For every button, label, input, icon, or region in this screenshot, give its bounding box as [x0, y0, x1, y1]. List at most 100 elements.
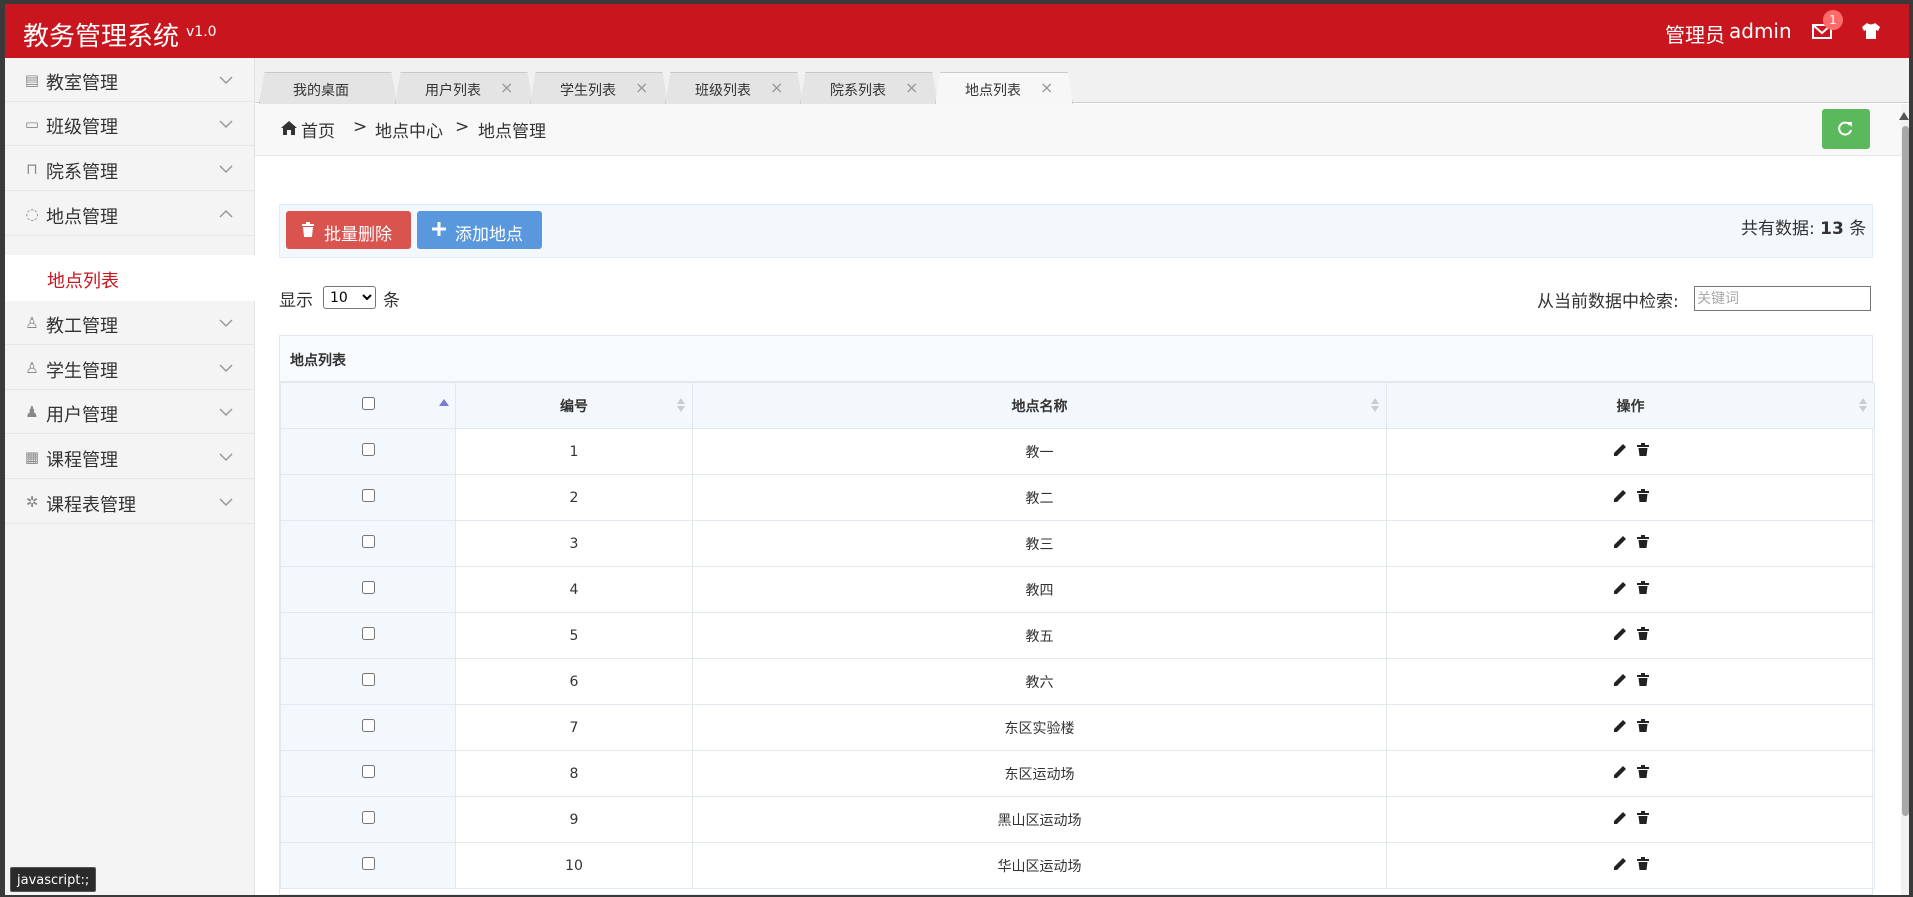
close-icon[interactable]: ×	[770, 78, 783, 97]
cell-id: 6	[455, 658, 693, 705]
toolbar: 批量删除 添加地点 共有数据: 13 条	[279, 204, 1873, 258]
edit-icon[interactable]	[1613, 673, 1627, 687]
sidebar-subitem-location-list[interactable]: 地点列表	[5, 255, 255, 301]
row-checkbox[interactable]	[361, 719, 375, 732]
delete-icon[interactable]	[1636, 535, 1649, 548]
sidebar-item-label: 班级管理	[46, 117, 118, 138]
breadcrumb-home[interactable]: 首页	[301, 117, 335, 142]
select-all-checkbox[interactable]	[361, 397, 375, 410]
delete-icon[interactable]	[1636, 489, 1649, 502]
row-select-cell	[280, 796, 456, 843]
cell-actions	[1386, 704, 1875, 751]
delete-icon[interactable]	[1636, 765, 1649, 778]
breadcrumb-level2[interactable]: 地点中心	[375, 117, 443, 142]
close-icon[interactable]: ×	[500, 78, 513, 97]
close-icon[interactable]: ×	[1040, 78, 1053, 97]
chevron-up-icon	[219, 209, 233, 218]
row-checkbox[interactable]	[361, 627, 375, 640]
cell-actions	[1386, 750, 1875, 797]
total-suffix: 条	[1849, 219, 1867, 239]
sidebar-item-course[interactable]: ▦ 课程管理	[5, 435, 255, 479]
close-icon[interactable]: ×	[905, 78, 918, 97]
length-label: 显示	[279, 291, 313, 311]
edit-icon[interactable]	[1613, 627, 1627, 641]
tab-user-list[interactable]: 用户列表 ×	[395, 72, 533, 104]
edit-icon[interactable]	[1613, 719, 1627, 733]
delete-icon[interactable]	[1636, 673, 1649, 686]
row-checkbox[interactable]	[361, 535, 375, 548]
tab-class-list[interactable]: 班级列表 ×	[665, 72, 803, 104]
scroll-up-arrow-icon[interactable]	[1899, 112, 1909, 120]
cell-id: 4	[455, 566, 693, 613]
column-header-label: 编号	[560, 398, 588, 415]
table-row: 6 教六	[280, 658, 1875, 705]
delete-icon[interactable]	[1636, 443, 1649, 456]
sort-icon[interactable]	[1370, 397, 1380, 413]
sort-icon[interactable]	[1858, 397, 1868, 413]
delete-icon[interactable]	[1636, 581, 1649, 594]
search-input[interactable]	[1694, 286, 1871, 311]
user-name-link[interactable]: admin	[1729, 19, 1792, 43]
column-header-name[interactable]: 地点名称	[692, 382, 1387, 429]
breadcrumb-level3: 地点管理	[478, 122, 546, 142]
row-checkbox[interactable]	[361, 673, 375, 686]
sidebar-item-label: 教工管理	[46, 316, 118, 337]
tab-desktop[interactable]: 我的桌面	[259, 72, 397, 104]
row-checkbox[interactable]	[361, 765, 375, 778]
row-select-cell	[280, 842, 456, 889]
cell-id: 7	[455, 704, 693, 751]
main-content: 首页 > 地点中心 > 地点管理 批量删除 添加地点 共有数据: 13 条 显示…	[255, 104, 1909, 895]
sort-asc-icon[interactable]	[439, 397, 449, 411]
total-prefix: 共有数据:	[1741, 219, 1815, 239]
class-icon: ▭	[24, 115, 40, 133]
sidebar-item-student[interactable]: ♙ 学生管理	[5, 346, 255, 390]
scrollbar-thumb[interactable]	[1902, 126, 1909, 816]
row-checkbox[interactable]	[361, 489, 375, 502]
sidebar-item-staff[interactable]: ♙ 教工管理	[5, 301, 255, 345]
edit-icon[interactable]	[1613, 857, 1627, 871]
edit-icon[interactable]	[1613, 581, 1627, 595]
scrollbar[interactable]	[1901, 104, 1909, 895]
sidebar-item-department[interactable]: ⊓ 院系管理	[5, 147, 255, 191]
column-header-actions[interactable]: 操作	[1386, 382, 1875, 429]
row-select-cell	[280, 750, 456, 797]
sidebar-item-location[interactable]: ◌ 地点管理	[5, 192, 255, 236]
home-icon	[281, 121, 297, 135]
sidebar-item-class[interactable]: ▭ 班级管理	[5, 102, 255, 146]
refresh-button[interactable]	[1822, 109, 1870, 149]
delete-icon[interactable]	[1636, 719, 1649, 732]
delete-icon[interactable]	[1636, 627, 1649, 640]
row-checkbox[interactable]	[361, 443, 375, 456]
tab-student-list[interactable]: 学生列表 ×	[530, 72, 668, 104]
tab-label: 学生列表	[560, 83, 616, 99]
edit-icon[interactable]	[1613, 489, 1627, 503]
page-length-select[interactable]: 10	[323, 286, 376, 309]
sidebar-item-timetable[interactable]: ✲ 课程表管理	[5, 480, 255, 524]
tab-department-list[interactable]: 院系列表 ×	[800, 72, 938, 104]
delete-icon[interactable]	[1636, 811, 1649, 824]
cell-name: 教六	[692, 658, 1387, 705]
delete-icon[interactable]	[1636, 857, 1649, 870]
sidebar-item-classroom[interactable]: ▤ 教室管理	[5, 58, 255, 102]
sidebar-item-user[interactable]: ♟ 用户管理	[5, 390, 255, 434]
tab-location-list[interactable]: 地点列表 ×	[935, 72, 1073, 104]
edit-icon[interactable]	[1613, 765, 1627, 779]
edit-icon[interactable]	[1613, 535, 1627, 549]
sidebar-item-label: 课程管理	[46, 450, 118, 471]
add-location-button[interactable]: 添加地点	[417, 211, 542, 249]
row-checkbox[interactable]	[361, 811, 375, 824]
cell-id: 5	[455, 612, 693, 659]
shirt-icon[interactable]	[1860, 21, 1882, 41]
cell-id: 2	[455, 474, 693, 521]
chevron-down-icon	[219, 120, 233, 129]
edit-icon[interactable]	[1613, 443, 1627, 457]
batch-delete-button[interactable]: 批量删除	[286, 211, 411, 249]
row-checkbox[interactable]	[361, 581, 375, 594]
row-checkbox[interactable]	[361, 857, 375, 870]
batch-delete-label: 批量删除	[324, 225, 392, 245]
location-table: 编号 地点名称 操作 1 教一 2 教二 3 教三 4 教四 5 教五 6 教六 7 东区实验	[280, 382, 1875, 889]
edit-icon[interactable]	[1613, 811, 1627, 825]
sort-icon[interactable]	[676, 397, 686, 413]
column-header-id[interactable]: 编号	[455, 382, 693, 429]
close-icon[interactable]: ×	[635, 78, 648, 97]
